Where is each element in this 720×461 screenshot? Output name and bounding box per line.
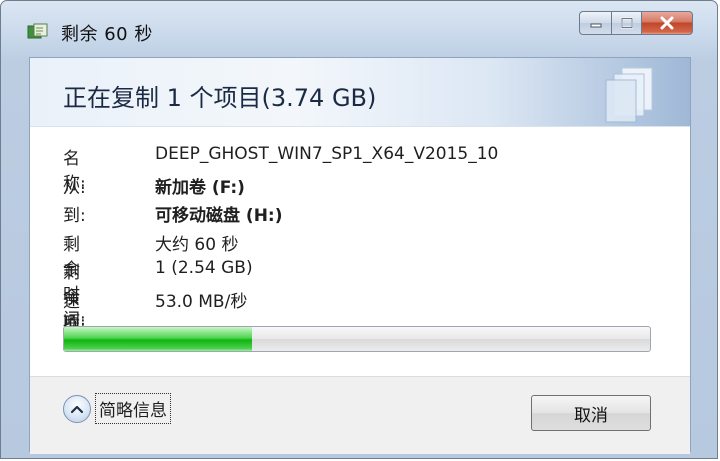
destination-link[interactable]: 可移动磁盘 (H:) (155, 201, 282, 226)
close-icon (660, 16, 674, 30)
detail-label: 从: (63, 177, 86, 198)
detail-value: 大约 60 秒 (155, 234, 239, 255)
maximize-button[interactable] (611, 11, 641, 35)
minimize-icon (590, 23, 601, 28)
cancel-button[interactable]: 取消 (531, 395, 651, 431)
close-button[interactable] (641, 11, 693, 35)
caption-buttons (579, 11, 693, 37)
less-details-toggle[interactable]: 简略信息 (63, 393, 171, 424)
source-link[interactable]: 新加卷 (F:) (155, 173, 245, 198)
window-title: 剩余 60 秒 (61, 24, 153, 45)
detail-label: 到: (63, 206, 86, 226)
progress-fill (64, 327, 252, 351)
title-bar[interactable]: 剩余 60 秒 (1, 1, 717, 61)
document-stack-icon (600, 64, 660, 128)
detail-value: 53.0 MB/秒 (155, 291, 248, 312)
dialog-footer: 简略信息 取消 (30, 376, 690, 454)
copy-progress-bar (63, 326, 651, 352)
dialog-content: 正在复制 1 个项目(3.74 GB) 名称: DEEP_GHOST_WIN7_… (29, 57, 691, 454)
maximize-icon (620, 17, 633, 29)
detail-value: DEEP_GHOST_WIN7_SP1_X64_V2015_10 (155, 144, 499, 164)
header-band: 正在复制 1 个项目(3.74 GB) (30, 58, 690, 127)
copy-files-icon (27, 23, 49, 41)
detail-value: 1 (2.54 GB) (155, 258, 253, 278)
less-details-label[interactable]: 简略信息 (95, 393, 171, 424)
copy-progress-window: 剩余 60 秒 正在复制 1 个项目(3.74 GB) 名称: DEEP_GHO… (0, 0, 718, 459)
minimize-button[interactable] (579, 11, 611, 35)
chevron-up-icon[interactable] (63, 394, 91, 423)
copy-operation-title: 正在复制 1 个项目(3.74 GB) (63, 84, 377, 112)
